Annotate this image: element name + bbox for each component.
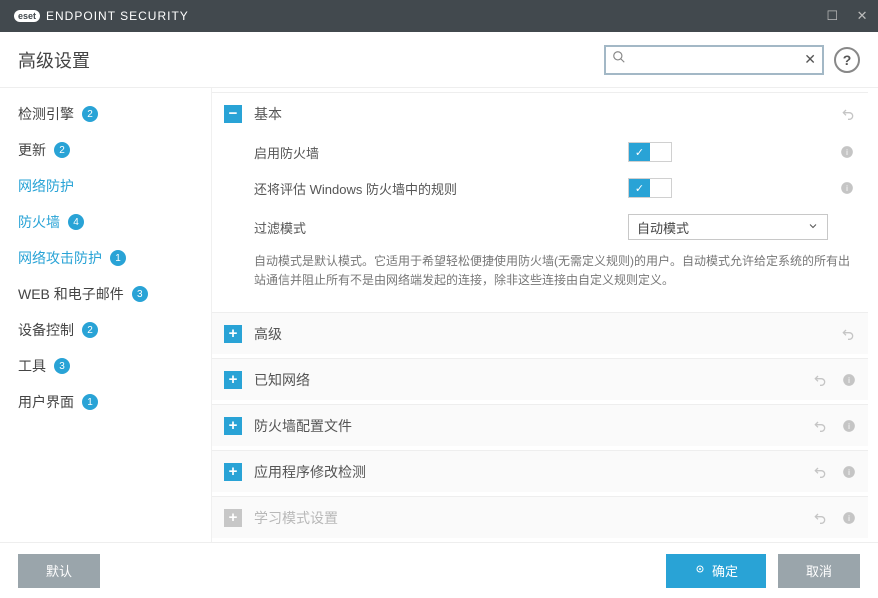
titlebar: eset ENDPOINT SECURITY ☐ ✕ [0, 0, 878, 32]
search-icon [612, 50, 626, 69]
section-header-learn[interactable]: + 学习模式设置 i [212, 496, 868, 538]
undo-icon[interactable] [812, 510, 828, 526]
sidebar-item-6[interactable]: 设备控制 2 [0, 312, 211, 348]
setting-eval-windows-firewall: 还将评估 Windows 防火墙中的规则 ✓ i [212, 170, 868, 206]
info-icon[interactable]: i [840, 181, 854, 195]
filter-mode-description: 自动模式是默认模式。它适用于希望轻松便捷使用防火墙(无需定义规则)的用户。自动模… [212, 248, 868, 308]
ok-button[interactable]: 确定 [666, 554, 766, 588]
toggle-eval-windows-firewall[interactable]: ✓ [628, 178, 672, 198]
window-close-icon[interactable]: ✕ [857, 8, 868, 24]
sidebar-item-label: 网络攻击防护 [18, 248, 102, 268]
svg-text:i: i [846, 184, 848, 193]
setting-label: 还将评估 Windows 防火墙中的规则 [254, 179, 616, 198]
sidebar-badge: 1 [110, 250, 126, 266]
content-area: − 基本 启用防火墙 ✓ i [212, 88, 878, 542]
sidebar-item-label: 防火墙 [18, 212, 60, 232]
default-button[interactable]: 默认 [18, 554, 100, 588]
undo-icon[interactable] [812, 464, 828, 480]
setting-filter-mode: 过滤模式 自动模式 [212, 206, 868, 248]
page-title: 高级设置 [18, 47, 90, 73]
section-header-profiles[interactable]: + 防火墙配置文件 i [212, 404, 868, 446]
check-icon: ✓ [629, 179, 650, 197]
svg-text:i: i [848, 468, 850, 477]
search-box[interactable]: ✕ [604, 45, 824, 75]
section-title-profiles: 防火墙配置文件 [254, 416, 352, 436]
sidebar-badge: 2 [82, 322, 98, 338]
svg-text:i: i [846, 148, 848, 157]
filter-mode-dropdown[interactable]: 自动模式 [628, 214, 828, 240]
sidebar-item-3[interactable]: 防火墙 4 [0, 204, 211, 240]
sidebar-badge: 4 [68, 214, 84, 230]
section-header-known[interactable]: + 已知网络 i [212, 358, 868, 400]
sidebar-item-2[interactable]: 网络防护 [0, 168, 211, 204]
sidebar-item-label: 检测引擎 [18, 104, 74, 124]
sidebar-item-label: WEB 和电子邮件 [18, 284, 124, 304]
undo-icon[interactable] [840, 326, 856, 342]
footer: 默认 确定 取消 [0, 542, 878, 598]
cancel-button[interactable]: 取消 [778, 554, 860, 588]
svg-text:i: i [848, 376, 850, 385]
sidebar-item-label: 网络防护 [18, 176, 74, 196]
search-input[interactable] [630, 52, 804, 67]
sidebar-badge: 2 [82, 106, 98, 122]
section-title-appmod: 应用程序修改检测 [254, 462, 366, 482]
section-title-advanced: 高级 [254, 324, 282, 344]
section-header-advanced[interactable]: + 高级 [212, 312, 868, 354]
sidebar-badge: 3 [54, 358, 70, 374]
sidebar-badge: 1 [82, 394, 98, 410]
help-button[interactable]: ? [834, 47, 860, 73]
undo-icon[interactable] [840, 106, 856, 122]
sidebar-item-1[interactable]: 更新 2 [0, 132, 211, 168]
undo-icon[interactable] [812, 418, 828, 434]
info-icon[interactable]: i [842, 419, 856, 433]
expand-icon[interactable]: + [224, 325, 242, 343]
info-icon[interactable]: i [842, 373, 856, 387]
sidebar-badge: 3 [132, 286, 148, 302]
chevron-down-icon [807, 220, 819, 235]
expand-icon[interactable]: + [224, 371, 242, 389]
toggle-enable-firewall[interactable]: ✓ [628, 142, 672, 162]
collapse-icon[interactable]: − [224, 105, 242, 123]
svg-text:i: i [848, 422, 850, 431]
info-icon[interactable]: i [840, 145, 854, 159]
sidebar-item-8[interactable]: 用户界面 1 [0, 384, 211, 420]
sidebar-item-label: 用户界面 [18, 392, 74, 412]
header: 高级设置 ✕ ? [0, 32, 878, 88]
svg-text:i: i [848, 514, 850, 523]
dropdown-value: 自动模式 [637, 218, 689, 237]
sidebar-item-4[interactable]: 网络攻击防护 1 [0, 240, 211, 276]
section-title-known: 已知网络 [254, 370, 310, 390]
expand-icon: + [224, 509, 242, 527]
sidebar-item-5[interactable]: WEB 和电子邮件 3 [0, 276, 211, 312]
sidebar-badge: 2 [54, 142, 70, 158]
sidebar-item-label: 设备控制 [18, 320, 74, 340]
expand-icon[interactable]: + [224, 463, 242, 481]
check-icon: ✓ [629, 143, 650, 161]
sidebar-item-7[interactable]: 工具 3 [0, 348, 211, 384]
setting-enable-firewall: 启用防火墙 ✓ i [212, 134, 868, 170]
info-icon[interactable]: i [842, 465, 856, 479]
info-icon[interactable]: i [842, 511, 856, 525]
sidebar-item-0[interactable]: 检测引擎 2 [0, 96, 211, 132]
brand-text: ENDPOINT SECURITY [46, 9, 189, 23]
expand-icon[interactable]: + [224, 417, 242, 435]
sidebar-item-label: 更新 [18, 140, 46, 160]
setting-label: 启用防火墙 [254, 143, 616, 162]
section-header-basic[interactable]: − 基本 [212, 92, 868, 134]
section-title-learn: 学习模式设置 [254, 508, 338, 528]
undo-icon[interactable] [812, 372, 828, 388]
search-clear-icon[interactable]: ✕ [804, 51, 816, 68]
section-header-appmod[interactable]: + 应用程序修改检测 i [212, 450, 868, 492]
ok-icon [694, 563, 706, 578]
window-maximize-icon[interactable]: ☐ [826, 8, 838, 24]
section-title-basic: 基本 [254, 104, 282, 124]
setting-label: 过滤模式 [254, 218, 616, 237]
brand-logo-badge: eset [14, 10, 40, 22]
sidebar-item-label: 工具 [18, 356, 46, 376]
sidebar: 检测引擎 2 更新 2 网络防护防火墙 4 网络攻击防护 1 WEB 和电子邮件 3 设备控制 2 工具… [0, 88, 212, 542]
